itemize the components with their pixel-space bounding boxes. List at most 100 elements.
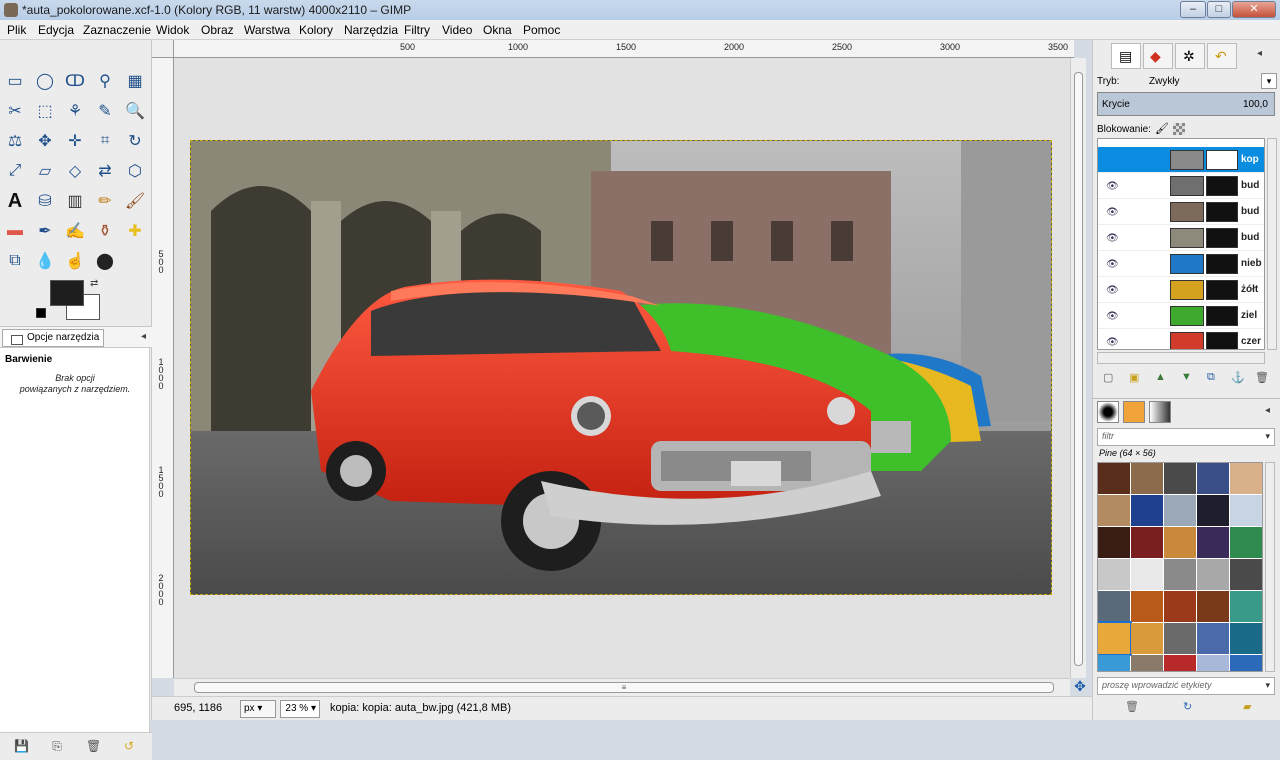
- delete-layer-icon[interactable]: 🗑: [1255, 371, 1269, 384]
- color-picker-tool[interactable]: ✎: [92, 98, 118, 124]
- menu-edycja[interactable]: Edycja: [38, 23, 74, 37]
- pattern-swatch[interactable]: [1098, 591, 1130, 622]
- scissors-tool[interactable]: ✂: [2, 98, 28, 124]
- paintbrush-tool[interactable]: 🖌: [122, 188, 148, 214]
- refresh-patterns-icon[interactable]: ↻: [1183, 700, 1192, 713]
- reset-options-icon[interactable]: ↺: [122, 739, 136, 753]
- pattern-swatch[interactable]: [1164, 463, 1196, 494]
- delete-pattern-icon[interactable]: 🗑: [1125, 700, 1139, 713]
- save-options-icon[interactable]: 💾: [14, 739, 29, 753]
- pattern-swatch[interactable]: [1164, 559, 1196, 590]
- tab-tool-options[interactable]: Opcje narzędzia: [2, 329, 105, 347]
- menu-filtry[interactable]: Filtry: [404, 23, 430, 37]
- visibility-eye-icon[interactable]: 👁: [1106, 207, 1119, 218]
- layer-name[interactable]: czer: [1241, 336, 1261, 347]
- scale-tool[interactable]: ⤢: [2, 158, 28, 184]
- heal-tool[interactable]: ✚: [122, 218, 148, 244]
- layer-name[interactable]: bud: [1241, 180, 1259, 191]
- menu-plik[interactable]: Plik: [7, 23, 26, 37]
- pattern-swatch[interactable]: [1230, 559, 1262, 590]
- pattern-swatch[interactable]: [1098, 527, 1130, 558]
- crop-tool[interactable]: ⌗: [92, 128, 118, 154]
- pattern-swatch[interactable]: [1230, 463, 1262, 494]
- move-tool[interactable]: ✥: [32, 128, 58, 154]
- menu-obraz[interactable]: Obraz: [201, 23, 234, 37]
- vertical-scrollbar-thumb[interactable]: [1074, 72, 1083, 666]
- pattern-swatch[interactable]: [1197, 591, 1229, 622]
- fuzzy-select-tool[interactable]: ⚲: [92, 68, 118, 94]
- pattern-swatch[interactable]: [1164, 591, 1196, 622]
- perspective-clone-tool[interactable]: ⧉: [2, 248, 28, 274]
- pattern-swatch[interactable]: [1230, 591, 1262, 622]
- pattern-swatch[interactable]: [1098, 559, 1130, 590]
- minimize-button[interactable]: –: [1180, 1, 1206, 18]
- raise-layer-icon[interactable]: ▲: [1155, 371, 1166, 383]
- dock-menu-arrow-icon[interactable]: ◂: [1257, 48, 1262, 59]
- delete-options-icon[interactable]: 🗑: [86, 739, 101, 753]
- patterns-scrollbar[interactable]: [1265, 462, 1275, 672]
- pattern-swatch[interactable]: [1098, 495, 1130, 526]
- ruler-corner[interactable]: [152, 40, 174, 58]
- tab-undo-history[interactable]: ↶: [1207, 43, 1237, 69]
- tab-channels[interactable]: ◆: [1143, 43, 1173, 69]
- restore-options-icon[interactable]: ⎘: [50, 739, 64, 753]
- horizontal-scrollbar-thumb[interactable]: ≡: [194, 682, 1054, 693]
- airbrush-tool[interactable]: ✒: [32, 218, 58, 244]
- pattern-swatch[interactable]: [1164, 495, 1196, 526]
- opacity-slider[interactable]: Krycie 100,0: [1097, 92, 1275, 116]
- ellipse-select-tool[interactable]: ◯: [32, 68, 58, 94]
- foreground-color-swatch[interactable]: [50, 280, 84, 306]
- visibility-eye-icon[interactable]: 👁: [1106, 311, 1119, 322]
- layer-row[interactable]: 👁 bud: [1098, 173, 1264, 199]
- layer-row[interactable]: 👁 bud: [1098, 225, 1264, 251]
- new-layer-icon[interactable]: ▢: [1103, 371, 1113, 384]
- close-button[interactable]: ✕: [1232, 1, 1276, 18]
- zoom-tool[interactable]: 🔍: [122, 98, 148, 124]
- pattern-swatch[interactable]: [1164, 527, 1196, 558]
- pattern-swatch[interactable]: [1131, 623, 1163, 654]
- blur-tool[interactable]: 💧: [32, 248, 58, 274]
- new-layer-group-icon[interactable]: ▣: [1129, 371, 1139, 384]
- swap-colors-icon[interactable]: ⇄: [90, 278, 98, 289]
- layer-name[interactable]: bud: [1241, 206, 1259, 217]
- pattern-swatch[interactable]: [1197, 559, 1229, 590]
- canvas-area[interactable]: [174, 58, 1070, 678]
- menu-kolory[interactable]: Kolory: [299, 23, 333, 37]
- flip-tool[interactable]: ⇄: [92, 158, 118, 184]
- bucket-fill-tool[interactable]: ⛁: [32, 188, 58, 214]
- dodge-burn-tool[interactable]: ⬤: [92, 248, 118, 274]
- pattern-swatch[interactable]: [1197, 463, 1229, 494]
- shear-tool[interactable]: ▱: [32, 158, 58, 184]
- pattern-swatch[interactable]: [1131, 591, 1163, 622]
- layer-row[interactable]: 👁 bud: [1098, 199, 1264, 225]
- text-tool[interactable]: A: [2, 188, 28, 214]
- rect-select-tool[interactable]: ▭: [2, 68, 28, 94]
- menu-zaznaczenie[interactable]: Zaznaczenie: [83, 23, 151, 37]
- clone-tool[interactable]: ⚱: [92, 218, 118, 244]
- pattern-filter-select[interactable]: filtr ▾: [1097, 428, 1275, 446]
- image-canvas[interactable]: [190, 140, 1052, 595]
- tab-gradients[interactable]: [1149, 401, 1171, 423]
- lower-layer-icon[interactable]: ▼: [1181, 371, 1192, 383]
- pattern-swatch[interactable]: [1098, 621, 1132, 656]
- tab-brushes[interactable]: [1097, 401, 1119, 423]
- layer-row[interactable]: kop: [1098, 147, 1264, 173]
- smudge-tool[interactable]: ☝: [62, 248, 88, 274]
- layer-row[interactable]: 👁 ziel: [1098, 303, 1264, 329]
- vertical-ruler[interactable]: 500 1000 1500 2000: [152, 58, 174, 678]
- pattern-swatch[interactable]: [1131, 527, 1163, 558]
- menu-widok[interactable]: Widok: [156, 23, 189, 37]
- layers-vertical-scrollbar[interactable]: [1267, 138, 1277, 350]
- layer-name[interactable]: nieb: [1241, 258, 1262, 269]
- visibility-eye-icon[interactable]: 👁: [1106, 337, 1119, 348]
- pattern-swatch[interactable]: [1164, 623, 1196, 654]
- maximize-button[interactable]: □: [1207, 1, 1231, 18]
- pattern-swatch[interactable]: [1098, 655, 1130, 671]
- layer-row[interactable]: 👁 czer: [1098, 329, 1264, 349]
- horizontal-ruler[interactable]: 500 1000 1500 2000 2500 3000 3500: [174, 40, 1074, 58]
- horizontal-scrollbar[interactable]: ≡: [174, 678, 1070, 696]
- visibility-eye-icon[interactable]: 👁: [1106, 233, 1119, 244]
- tab-paths[interactable]: ✲: [1175, 43, 1205, 69]
- pencil-tool[interactable]: ✏: [92, 188, 118, 214]
- paths-tool[interactable]: ⚘: [62, 98, 88, 124]
